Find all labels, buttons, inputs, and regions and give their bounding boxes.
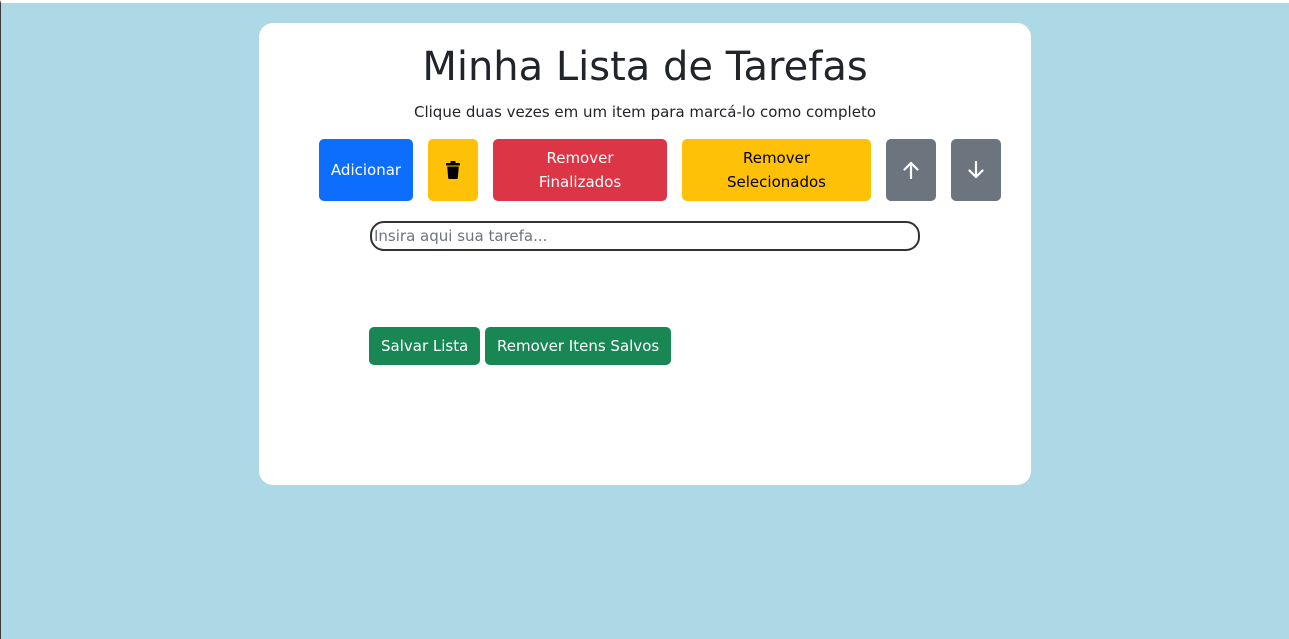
remove-finished-button[interactable]: Remover Finalizados bbox=[493, 139, 667, 201]
remove-selected-button[interactable]: Remover Selecionados bbox=[682, 139, 871, 201]
remove-finished-label: Remover Finalizados bbox=[538, 149, 622, 191]
remove-saved-button[interactable]: Remover Itens Salvos bbox=[485, 327, 672, 365]
delete-selected-button[interactable] bbox=[428, 139, 478, 201]
save-list-label: Salvar Lista bbox=[381, 337, 469, 355]
todo-card: Minha Lista de Tarefas Clique duas vezes… bbox=[259, 23, 1031, 485]
save-list-button[interactable]: Salvar Lista bbox=[369, 327, 481, 365]
move-up-button[interactable] bbox=[886, 139, 936, 201]
remove-selected-label: Remover Selecionados bbox=[727, 149, 826, 191]
add-button-label: Adicionar bbox=[330, 161, 402, 179]
move-down-button[interactable] bbox=[951, 139, 1001, 201]
add-button[interactable]: Adicionar bbox=[319, 139, 413, 201]
task-input[interactable] bbox=[370, 221, 920, 251]
page-subtitle: Clique duas vezes em um item para marcá-… bbox=[413, 103, 877, 121]
arrow-up-icon bbox=[903, 161, 919, 179]
page-title: Minha Lista de Tarefas bbox=[422, 44, 868, 90]
trash-icon bbox=[446, 161, 460, 179]
arrow-down-icon bbox=[968, 161, 984, 179]
remove-saved-label: Remover Itens Salvos bbox=[497, 337, 660, 355]
